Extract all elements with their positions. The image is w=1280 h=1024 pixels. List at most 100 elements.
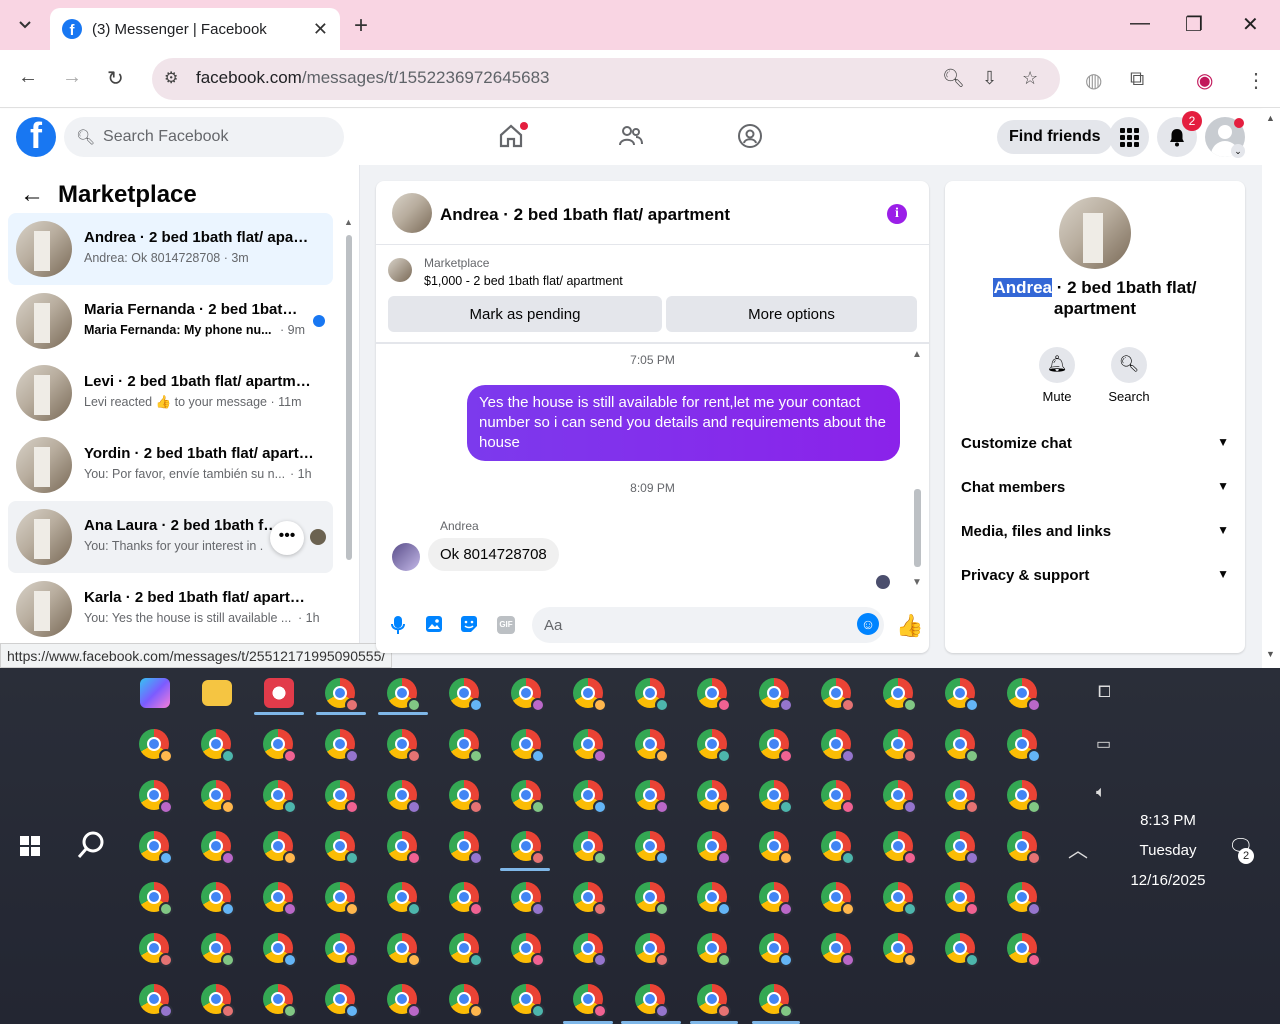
notification-center-icon[interactable]: 🗨︎ 2 bbox=[1228, 834, 1254, 864]
chrome-profile-icon[interactable] bbox=[883, 780, 917, 814]
message-input[interactable] bbox=[532, 607, 884, 643]
conversation-item[interactable]: Levi · 2 bed 1bath flat/ apartment Levi … bbox=[8, 357, 333, 429]
chrome-profile-icon[interactable] bbox=[139, 933, 173, 967]
chat-members-section[interactable]: Chat members ▼ bbox=[961, 479, 1229, 496]
back-icon[interactable]: ← bbox=[18, 66, 38, 89]
chrome-profile-icon[interactable] bbox=[759, 882, 793, 916]
thumbs-up-icon[interactable]: 👍 bbox=[896, 613, 923, 639]
chrome-profile-icon[interactable] bbox=[573, 780, 607, 814]
mark-as-pending-button[interactable]: Mark as pending bbox=[388, 296, 662, 332]
new-tab-icon[interactable]: + bbox=[354, 12, 368, 40]
chrome-profile-icon[interactable] bbox=[263, 729, 297, 763]
chrome-profile-icon[interactable] bbox=[759, 780, 793, 814]
chrome-profile-icon[interactable] bbox=[821, 678, 855, 712]
conversation-item[interactable]: Yordin · 2 bed 1bath flat/ apartment You… bbox=[8, 429, 333, 501]
chrome-profile-icon[interactable] bbox=[325, 933, 359, 967]
chrome-profile-icon[interactable] bbox=[945, 933, 979, 967]
chrome-profile-icon[interactable] bbox=[1007, 780, 1041, 814]
browser-tab[interactable]: f (3) Messenger | Facebook ✕ bbox=[50, 8, 340, 50]
chrome-profile-icon[interactable] bbox=[635, 729, 669, 763]
chrome-profile-icon[interactable] bbox=[759, 678, 793, 712]
chrome-profile-icon[interactable] bbox=[697, 984, 731, 1018]
chrome-profile-icon[interactable] bbox=[1007, 933, 1041, 967]
reload-icon[interactable]: ↻ bbox=[107, 66, 124, 91]
chrome-profile-icon[interactable] bbox=[511, 984, 545, 1018]
chrome-profile-icon[interactable] bbox=[263, 933, 297, 967]
search-action[interactable]: 🔍︎ Search bbox=[1099, 347, 1159, 404]
chrome-profile-icon[interactable] bbox=[759, 831, 793, 865]
chrome-profile-icon[interactable] bbox=[511, 780, 545, 814]
tab-search-chevron-icon[interactable] bbox=[10, 10, 40, 40]
chrome-profile-icon[interactable] bbox=[759, 984, 793, 1018]
chrome-profile-icon[interactable] bbox=[697, 678, 731, 712]
chrome-profile-icon[interactable] bbox=[263, 984, 297, 1018]
chrome-profile-icon[interactable] bbox=[573, 729, 607, 763]
chrome-profile-icon[interactable] bbox=[1007, 831, 1041, 865]
menu-kebab-icon[interactable]: ⋮ bbox=[1246, 68, 1266, 93]
groups-icon[interactable] bbox=[737, 123, 763, 149]
chrome-profile-icon[interactable] bbox=[325, 831, 359, 865]
gif-icon[interactable]: GIF bbox=[497, 616, 515, 634]
chrome-profile-icon[interactable] bbox=[759, 729, 793, 763]
chrome-profile-icon[interactable] bbox=[573, 831, 607, 865]
chrome-profile-icon[interactable] bbox=[139, 729, 173, 763]
conversation-item[interactable]: Maria Fernanda · 2 bed 1bath flat/ apart… bbox=[8, 285, 333, 357]
chrome-profile-icon[interactable] bbox=[201, 933, 235, 967]
chrome-profile-icon[interactable] bbox=[511, 729, 545, 763]
chrome-profile-icon[interactable] bbox=[697, 831, 731, 865]
info-icon[interactable]: i bbox=[887, 204, 907, 224]
chrome-profile-icon[interactable] bbox=[511, 678, 545, 712]
chrome-profile-icon[interactable] bbox=[945, 780, 979, 814]
chat-title[interactable]: Andrea · 2 bed 1bath flat/ apartment bbox=[440, 205, 730, 225]
forward-icon[interactable]: → bbox=[62, 66, 82, 89]
chrome-profile-icon[interactable] bbox=[759, 933, 793, 967]
zoom-icon[interactable]: 🔍︎ bbox=[942, 68, 965, 89]
chrome-profile-icon[interactable] bbox=[263, 831, 297, 865]
chrome-profile-icon[interactable] bbox=[387, 984, 421, 1018]
chat-scrollbar[interactable]: ▲ ▼ bbox=[912, 349, 924, 589]
outgoing-message[interactable]: Yes the house is still available for ren… bbox=[467, 385, 900, 461]
sender-avatar[interactable] bbox=[392, 543, 420, 571]
facebook-search[interactable]: 🔍︎ bbox=[64, 117, 344, 157]
chrome-profile-icon[interactable] bbox=[1007, 729, 1041, 763]
chrome-profile-icon[interactable] bbox=[945, 678, 979, 712]
conversation-item[interactable]: Ana Laura · 2 bed 1bath flat/ You: Thank… bbox=[8, 501, 333, 573]
chrome-profile-icon[interactable] bbox=[511, 933, 545, 967]
chrome-profile-icon[interactable] bbox=[263, 780, 297, 814]
copilot-icon[interactable] bbox=[140, 678, 170, 708]
chrome-profile-icon[interactable] bbox=[821, 729, 855, 763]
menu-grid-icon[interactable] bbox=[1109, 117, 1149, 157]
tab-close-icon[interactable]: ✕ bbox=[313, 19, 328, 40]
chrome-profile-icon[interactable] bbox=[883, 933, 917, 967]
chrome-profile-icon[interactable] bbox=[821, 780, 855, 814]
account-chevron-icon[interactable]: ⌄ bbox=[1231, 144, 1245, 158]
volume-tray-icon[interactable]: 🔈︎ bbox=[1096, 784, 1106, 802]
chrome-profile-icon[interactable] bbox=[387, 831, 421, 865]
file-explorer-icon[interactable] bbox=[202, 680, 232, 706]
chrome-profile-icon[interactable] bbox=[945, 882, 979, 916]
chrome-profile-icon[interactable] bbox=[449, 780, 483, 814]
chat-avatar[interactable] bbox=[392, 193, 432, 233]
mute-action[interactable]: 🔔︎ Mute bbox=[1027, 347, 1087, 404]
facebook-search-input[interactable] bbox=[103, 128, 324, 146]
chrome-profile-icon[interactable] bbox=[449, 882, 483, 916]
windows-start-icon[interactable] bbox=[20, 836, 40, 856]
facebook-logo-icon[interactable]: f bbox=[16, 117, 56, 157]
chrome-profile-icon[interactable] bbox=[883, 729, 917, 763]
restore-icon[interactable]: ❐ bbox=[1185, 12, 1203, 37]
listing-title[interactable]: $1,000 - 2 bed 1bath flat/ apartment bbox=[424, 274, 623, 288]
chrome-profile-icon[interactable] bbox=[387, 882, 421, 916]
privacy-support-section[interactable]: Privacy & support ▼ bbox=[961, 567, 1229, 584]
install-app-icon[interactable]: ⇩ bbox=[982, 68, 997, 89]
chrome-profile-icon[interactable] bbox=[883, 831, 917, 865]
bookmark-star-icon[interactable]: ☆ bbox=[1022, 68, 1038, 89]
sticker-icon[interactable] bbox=[460, 615, 478, 633]
chrome-profile-icon[interactable] bbox=[201, 831, 235, 865]
extensions-icon[interactable]: ⧉ bbox=[1130, 68, 1144, 91]
more-options-button[interactable]: More options bbox=[666, 296, 917, 332]
chrome-profile-icon[interactable] bbox=[821, 882, 855, 916]
chrome-profile-icon[interactable] bbox=[821, 831, 855, 865]
incoming-message[interactable]: Ok 8014728708 bbox=[428, 538, 559, 571]
chrome-profile-icon[interactable] bbox=[387, 780, 421, 814]
chrome-profile-icon[interactable] bbox=[573, 984, 607, 1018]
